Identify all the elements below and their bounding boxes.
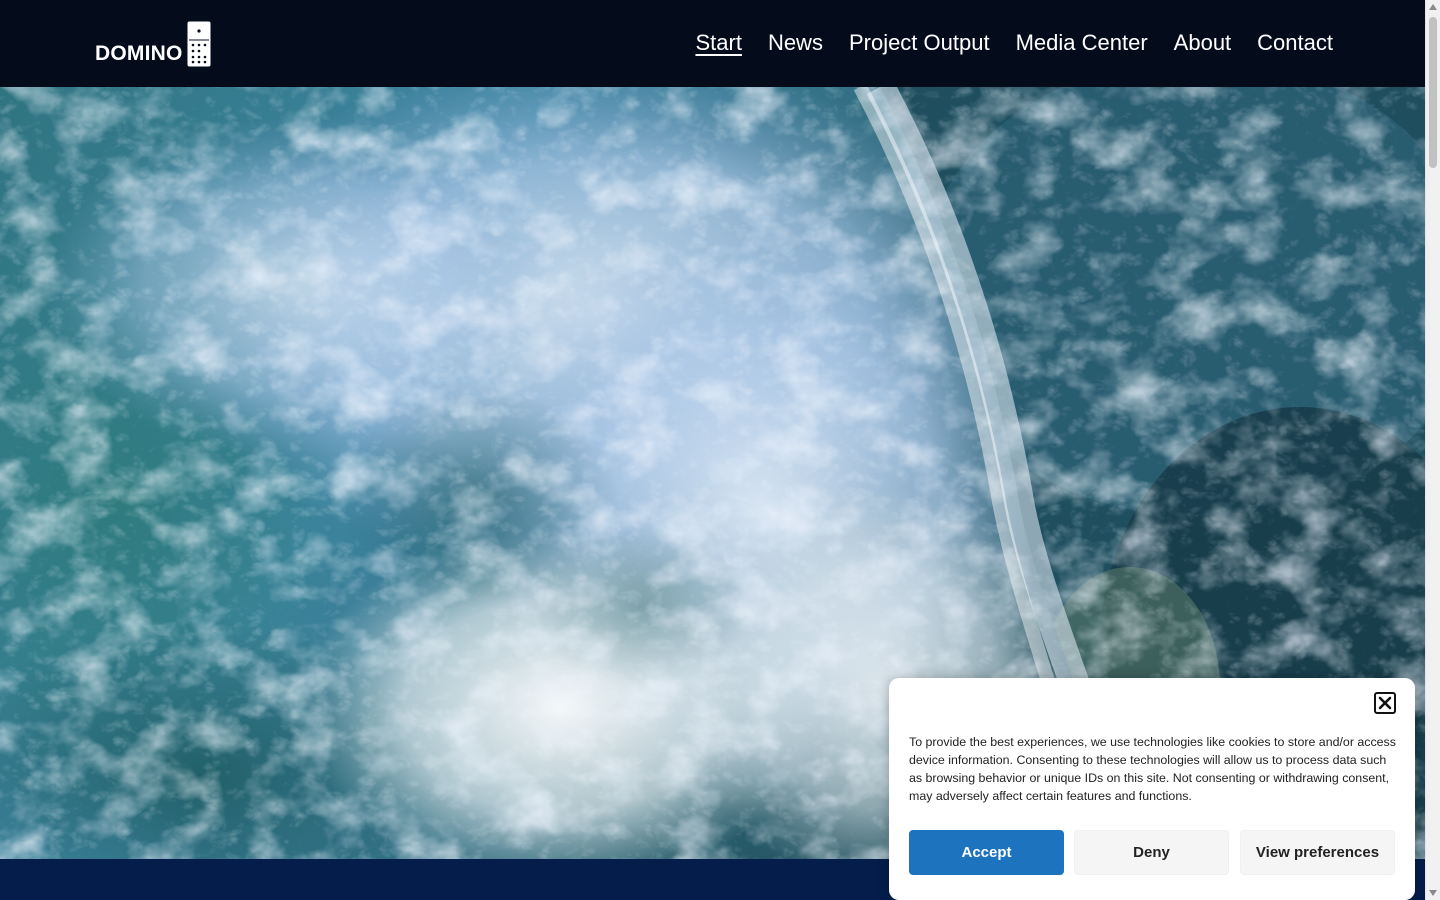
scroll-up-icon[interactable] bbox=[1429, 4, 1437, 10]
cookie-banner: To provide the best experiences, we use … bbox=[889, 678, 1415, 900]
accept-button[interactable]: Accept bbox=[909, 830, 1064, 875]
nav-item-media-center[interactable]: Media Center bbox=[1016, 30, 1148, 56]
scroll-down-icon[interactable] bbox=[1429, 890, 1437, 896]
logo-text: DOMINO bbox=[95, 42, 183, 65]
close-icon[interactable] bbox=[1374, 692, 1396, 714]
nav-item-contact[interactable]: Contact bbox=[1257, 30, 1333, 56]
deny-button[interactable]: Deny bbox=[1074, 830, 1229, 875]
nav-item-about[interactable]: About bbox=[1174, 30, 1232, 56]
page: DOMINO Start News Project Output Media C… bbox=[0, 0, 1425, 900]
nav-item-news[interactable]: News bbox=[768, 30, 823, 56]
scrollbar-thumb[interactable] bbox=[1429, 17, 1437, 168]
cookie-message: To provide the best experiences, we use … bbox=[909, 735, 1396, 803]
nav-item-project-output[interactable]: Project Output bbox=[849, 30, 990, 56]
view-preferences-button[interactable]: View preferences bbox=[1240, 830, 1395, 875]
site-header: DOMINO Start News Project Output Media C… bbox=[0, 0, 1425, 87]
nav-item-start[interactable]: Start bbox=[695, 30, 741, 56]
domino-logo[interactable]: DOMINO bbox=[95, 21, 215, 69]
page-scrollbar[interactable] bbox=[1425, 0, 1440, 900]
domino-tile-icon bbox=[187, 21, 211, 67]
main-nav: Start News Project Output Media Center A… bbox=[669, 30, 1333, 56]
